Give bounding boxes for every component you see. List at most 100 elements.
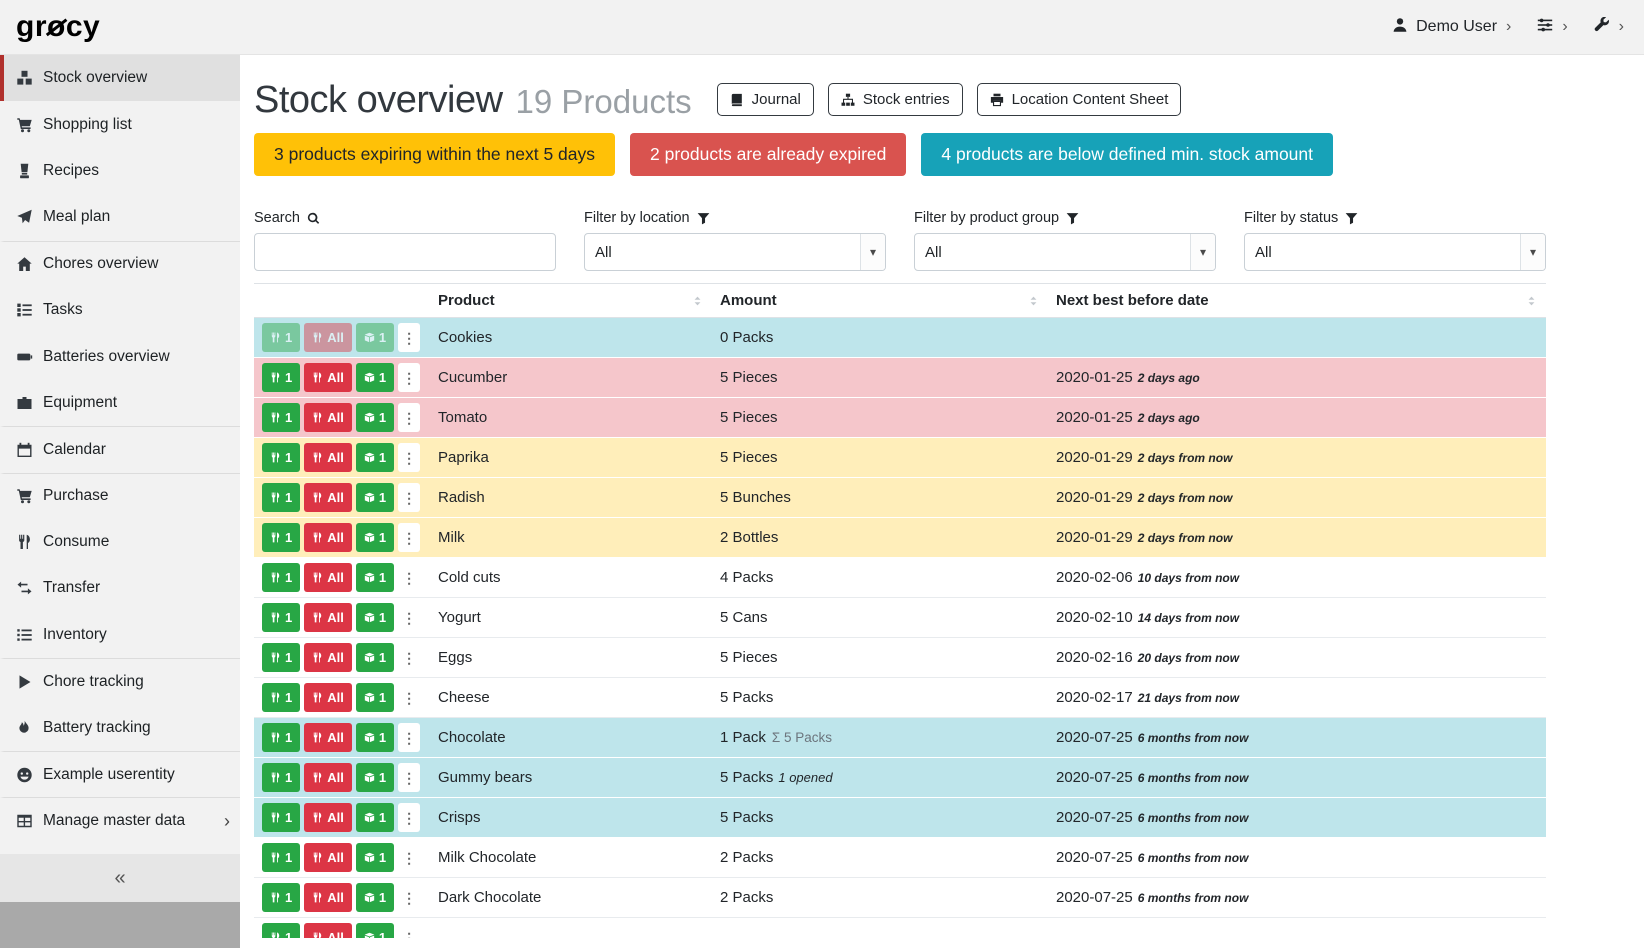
- open-one-button[interactable]: 1: [356, 643, 394, 672]
- open-one-button[interactable]: 1: [356, 443, 394, 472]
- consume-all-button[interactable]: All: [304, 403, 352, 432]
- consume-one-button[interactable]: 1: [262, 643, 300, 672]
- sidebar-item-meal-plan[interactable]: Meal plan: [0, 194, 240, 240]
- open-one-button[interactable]: 1: [356, 483, 394, 512]
- sidebar-item-inventory[interactable]: Inventory: [0, 612, 240, 658]
- open-one-button[interactable]: 1: [356, 923, 394, 938]
- open-one-button[interactable]: 1: [356, 763, 394, 792]
- consume-one-button[interactable]: 1: [262, 323, 300, 352]
- open-one-button[interactable]: 1: [356, 843, 394, 872]
- row-menu-button[interactable]: ⋮: [398, 323, 420, 352]
- row-menu-button[interactable]: ⋮: [398, 683, 420, 712]
- location-content-sheet-button[interactable]: Location Content Sheet: [977, 83, 1182, 116]
- consume-all-button[interactable]: All: [304, 323, 352, 352]
- consume-all-button[interactable]: All: [304, 643, 352, 672]
- consume-all-button[interactable]: All: [304, 443, 352, 472]
- consume-one-button[interactable]: 1: [262, 403, 300, 432]
- open-one-button[interactable]: 1: [356, 603, 394, 632]
- alert-expiring[interactable]: 3 products expiring within the next 5 da…: [254, 133, 615, 176]
- sidebar-item-chore-tracking[interactable]: Chore tracking: [0, 658, 240, 704]
- row-menu-button[interactable]: ⋮: [398, 723, 420, 752]
- row-menu-button[interactable]: ⋮: [398, 803, 420, 832]
- consume-all-button[interactable]: All: [304, 883, 352, 912]
- consume-all-button[interactable]: All: [304, 523, 352, 552]
- consume-one-button[interactable]: 1: [262, 563, 300, 592]
- consume-one-button[interactable]: 1: [262, 443, 300, 472]
- alert-below-min-stock[interactable]: 4 products are below defined min. stock …: [921, 133, 1333, 176]
- consume-all-button[interactable]: All: [304, 723, 352, 752]
- row-menu-button[interactable]: ⋮: [398, 763, 420, 792]
- sidebar-item-chores-overview[interactable]: Chores overview: [0, 241, 240, 287]
- column-header[interactable]: Product: [430, 284, 712, 318]
- consume-all-button[interactable]: All: [304, 923, 352, 938]
- sidebar-item-transfer[interactable]: Transfer: [0, 565, 240, 611]
- open-one-button[interactable]: 1: [356, 883, 394, 912]
- sidebar-item-manage-master-data[interactable]: Manage master data›: [0, 797, 240, 843]
- open-one-button[interactable]: 1: [356, 563, 394, 592]
- consume-one-button[interactable]: 1: [262, 363, 300, 392]
- sidebar-collapse-button[interactable]: «: [0, 854, 240, 902]
- settings-menu[interactable]: ›: [1537, 17, 1567, 38]
- alert-expired[interactable]: 2 products are already expired: [630, 133, 906, 176]
- sidebar-item-purchase[interactable]: Purchase: [0, 473, 240, 519]
- sidebar-item-tasks[interactable]: Tasks: [0, 287, 240, 333]
- sidebar-item-shopping-list[interactable]: Shopping list: [0, 101, 240, 147]
- row-menu-button[interactable]: ⋮: [398, 403, 420, 432]
- column-header[interactable]: Amount: [712, 284, 1048, 318]
- row-menu-button[interactable]: ⋮: [398, 603, 420, 632]
- sidebar-item-example-userentity[interactable]: Example userentity: [0, 751, 240, 797]
- user-menu[interactable]: Demo User ›: [1392, 17, 1511, 38]
- sidebar-item-equipment[interactable]: Equipment: [0, 380, 240, 426]
- consume-one-button[interactable]: 1: [262, 763, 300, 792]
- consume-one-button[interactable]: 1: [262, 483, 300, 512]
- consume-all-button[interactable]: All: [304, 763, 352, 792]
- row-menu-button[interactable]: ⋮: [398, 363, 420, 392]
- open-one-button[interactable]: 1: [356, 723, 394, 752]
- product-group-select[interactable]: All▾: [914, 233, 1216, 271]
- consume-all-button[interactable]: All: [304, 683, 352, 712]
- row-menu-button[interactable]: ⋮: [398, 643, 420, 672]
- consume-one-button[interactable]: 1: [262, 523, 300, 552]
- consume-one-button[interactable]: 1: [262, 883, 300, 912]
- search-input[interactable]: [254, 233, 556, 271]
- consume-one-button[interactable]: 1: [262, 803, 300, 832]
- status-select[interactable]: All▾: [1244, 233, 1546, 271]
- app-logo[interactable]: grocy: [16, 10, 100, 44]
- consume-all-button[interactable]: All: [304, 483, 352, 512]
- consume-all-button[interactable]: All: [304, 563, 352, 592]
- consume-one-button[interactable]: 1: [262, 723, 300, 752]
- row-menu-button[interactable]: ⋮: [398, 523, 420, 552]
- consume-all-button[interactable]: All: [304, 603, 352, 632]
- open-one-button[interactable]: 1: [356, 403, 394, 432]
- sidebar-item-battery-tracking[interactable]: Battery tracking: [0, 704, 240, 750]
- open-one-button[interactable]: 1: [356, 523, 394, 552]
- sidebar-item-stock-overview[interactable]: Stock overview: [0, 55, 240, 101]
- row-menu-button[interactable]: ⋮: [398, 483, 420, 512]
- consume-all-button[interactable]: All: [304, 363, 352, 392]
- open-one-button[interactable]: 1: [356, 363, 394, 392]
- row-menu-button[interactable]: ⋮: [398, 563, 420, 592]
- sidebar-item-consume[interactable]: Consume: [0, 519, 240, 565]
- admin-menu[interactable]: ›: [1594, 17, 1624, 38]
- consume-one-button[interactable]: 1: [262, 923, 300, 938]
- journal-button[interactable]: Journal: [717, 83, 814, 116]
- sidebar-item-recipes[interactable]: Recipes: [0, 148, 240, 194]
- row-menu-button[interactable]: ⋮: [398, 443, 420, 472]
- stock-entries-button[interactable]: Stock entries: [828, 83, 963, 116]
- location-select[interactable]: All▾: [584, 233, 886, 271]
- consume-one-button[interactable]: 1: [262, 683, 300, 712]
- column-header[interactable]: Next best before date: [1048, 284, 1546, 318]
- consume-all-button[interactable]: All: [304, 843, 352, 872]
- sidebar-item-batteries-overview[interactable]: Batteries overview: [0, 333, 240, 379]
- utensils-icon: [312, 412, 323, 423]
- consume-one-button[interactable]: 1: [262, 603, 300, 632]
- open-one-button[interactable]: 1: [356, 803, 394, 832]
- row-menu-button[interactable]: ⋮: [398, 923, 420, 938]
- consume-one-button[interactable]: 1: [262, 843, 300, 872]
- open-one-button[interactable]: 1: [356, 323, 394, 352]
- row-menu-button[interactable]: ⋮: [398, 843, 420, 872]
- row-menu-button[interactable]: ⋮: [398, 883, 420, 912]
- open-one-button[interactable]: 1: [356, 683, 394, 712]
- sidebar-item-calendar[interactable]: Calendar: [0, 426, 240, 472]
- consume-all-button[interactable]: All: [304, 803, 352, 832]
